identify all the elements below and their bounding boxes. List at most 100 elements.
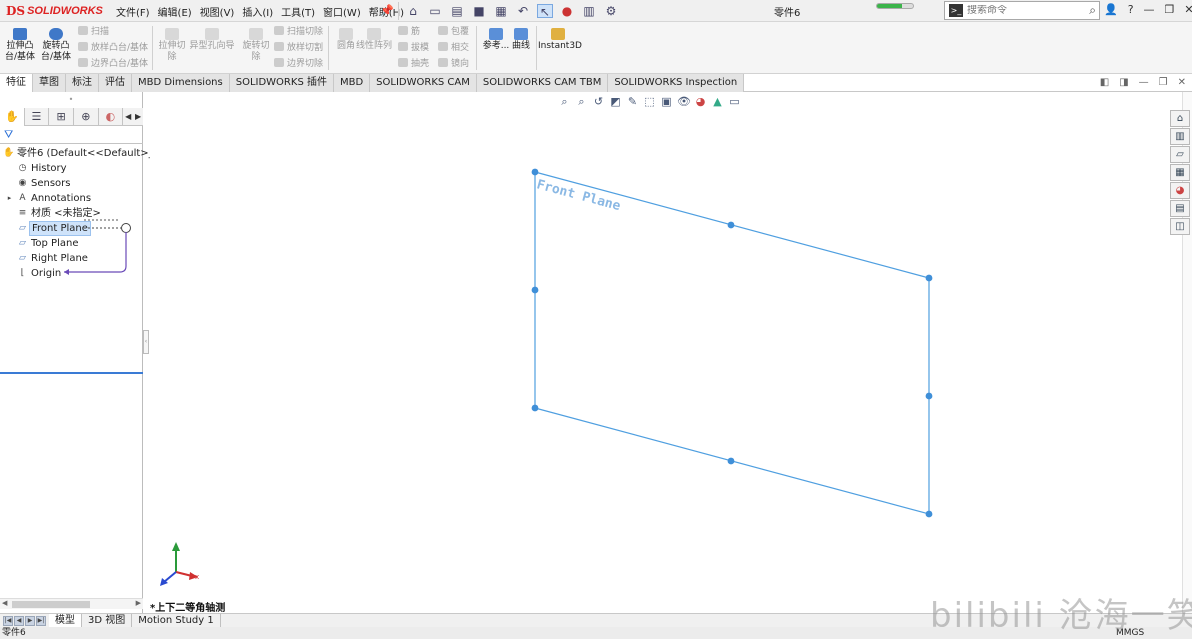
plane-handle[interactable] [531, 168, 539, 176]
hole-wizard-button[interactable]: 异型孔向导 [188, 28, 236, 52]
home-icon[interactable]: ⌂ [405, 4, 421, 18]
search-input[interactable] [967, 5, 1090, 16]
tab-features[interactable]: 特征 [0, 74, 33, 92]
tab-mbd-dimensions[interactable]: MBD Dimensions [132, 74, 230, 92]
rib-button[interactable]: 筋 [398, 24, 420, 40]
feature-tree-tab-icon[interactable]: ✋ [0, 108, 25, 126]
extrude-boss-button[interactable]: 拉伸凸 台/基体 [2, 28, 38, 63]
appearances-scenes-icon[interactable]: ◕ [1170, 182, 1190, 199]
sweep-button[interactable]: 扫描 [78, 24, 109, 40]
options-gear-icon[interactable]: ⚙ [603, 4, 619, 18]
instant3d-button[interactable]: Instant3D [538, 28, 582, 52]
tile-right-icon[interactable]: ◨ [1119, 77, 1128, 88]
tree-filter[interactable]: ⛛ [0, 127, 143, 144]
display-style-icon[interactable]: ▣ [660, 95, 673, 109]
help-icon[interactable]: ? [1128, 3, 1134, 16]
scroll-right-icon[interactable]: ▶ [136, 599, 141, 607]
plane-handle[interactable] [531, 404, 539, 412]
section-view-icon[interactable]: ◩ [609, 95, 622, 109]
print-icon[interactable]: ▦ [493, 4, 509, 18]
tab-mbd[interactable]: MBD [333, 74, 371, 92]
file-explorer-icon[interactable]: ▱ [1170, 146, 1190, 163]
undo-icon[interactable]: ↶ [515, 4, 531, 18]
menu-tools[interactable]: 工具(T) [277, 4, 319, 19]
plane-handle[interactable] [727, 457, 735, 465]
select-cursor-icon[interactable]: ↖ [537, 4, 553, 19]
user-icon[interactable]: 👤 [1104, 3, 1118, 16]
forum-icon[interactable]: ◫ [1170, 218, 1190, 235]
custom-properties-icon[interactable]: ▤ [1170, 200, 1190, 217]
mirror-button[interactable]: 镜向 [438, 56, 469, 72]
loft-button[interactable]: 放样凸台/基体 [78, 40, 148, 56]
command-search[interactable]: >_ ⌕ [944, 1, 1100, 20]
next-tab-icon[interactable]: ▶ [25, 615, 35, 626]
filter-icon[interactable]: ⛛ [4, 128, 13, 142]
menu-window[interactable]: 窗口(W) [319, 4, 365, 19]
tree-root-part[interactable]: ✋ 零件6 (Default<<Default>_D [0, 146, 161, 161]
plane-handle[interactable] [727, 221, 735, 229]
wrap-button[interactable]: 包覆 [438, 24, 469, 40]
tab-scroll-left-icon[interactable]: ◀ [123, 108, 133, 125]
plane-handle[interactable] [925, 392, 933, 400]
menu-file[interactable]: 文件(F) [112, 4, 154, 19]
rollback-bar[interactable] [0, 372, 143, 374]
plane-handle[interactable] [925, 274, 933, 282]
extrude-cut-button[interactable]: 拉伸切 除 [154, 28, 190, 63]
boundary-cut-button[interactable]: 边界切除 [274, 56, 323, 72]
solidworks-logo[interactable]: DS SOLIDWORKS [6, 3, 103, 19]
tab-solidworks-cam[interactable]: SOLIDWORKS CAM [370, 74, 477, 92]
last-tab-icon[interactable]: ▶| [36, 615, 46, 626]
scroll-thumb[interactable] [12, 601, 90, 608]
panel-collapse-handle[interactable]: ‹ [143, 330, 149, 354]
apply-scene-icon[interactable]: ▲ [711, 95, 724, 109]
tab-motion-study[interactable]: Motion Study 1 [132, 614, 221, 627]
linear-pattern-button[interactable]: 线性阵列 [354, 28, 394, 52]
revolve-cut-button[interactable]: 旋转切 除 [238, 28, 274, 63]
restore-icon[interactable]: ❐ [1165, 3, 1175, 16]
previous-tab-icon[interactable]: ◀ [14, 615, 24, 626]
configuration-manager-tab-icon[interactable]: ⊞ [49, 108, 74, 126]
view-orientation-icon[interactable]: ⬚ [643, 95, 656, 109]
tab-evaluate[interactable]: 评估 [99, 74, 132, 92]
view-settings-icon[interactable]: ▭ [728, 95, 741, 109]
boundary-boss-button[interactable]: 边界凸台/基体 [78, 56, 148, 72]
zoom-to-fit-icon[interactable]: ⌕ [558, 95, 571, 109]
tile-left-icon[interactable]: ◧ [1100, 77, 1109, 88]
intersect-button[interactable]: 相交 [438, 40, 469, 56]
new-file-icon[interactable]: ▭ [427, 4, 443, 18]
pin-icon[interactable]: 📌 [380, 4, 394, 17]
dynamic-annotation-icon[interactable]: ✎ [626, 95, 639, 109]
revolve-boss-button[interactable]: 旋转凸 台/基体 [38, 28, 74, 63]
curves-button[interactable]: 曲线 [506, 28, 536, 52]
doc-minimize-icon[interactable]: — [1139, 77, 1149, 88]
menu-edit[interactable]: 编辑(E) [154, 4, 196, 19]
doc-restore-icon[interactable]: ❐ [1159, 77, 1168, 88]
lofted-cut-button[interactable]: 放样切割 [274, 40, 323, 56]
design-library-icon[interactable]: ▥ [1170, 128, 1190, 145]
tree-horizontal-scrollbar[interactable]: ◀ ▶ [0, 598, 143, 609]
save-icon[interactable]: ■ [471, 4, 487, 18]
file-properties-icon[interactable]: ▥ [581, 4, 597, 18]
shell-button[interactable]: 抽壳 [398, 56, 429, 72]
edit-appearance-icon[interactable]: ◕ [694, 95, 707, 109]
search-icon[interactable]: ⌕ [1089, 3, 1099, 18]
plane-handle[interactable] [531, 286, 539, 294]
menu-insert[interactable]: 插入(I) [238, 4, 277, 19]
minimize-icon[interactable]: — [1144, 3, 1155, 16]
graphics-area[interactable]: Front Plane x [150, 92, 1168, 613]
tab-scroll-right-icon[interactable]: ▶ [133, 108, 143, 125]
traffic-light-icon[interactable]: ● [559, 4, 575, 18]
first-tab-icon[interactable]: |◀ [3, 615, 13, 626]
zoom-to-area-icon[interactable]: ⌕ [575, 95, 588, 109]
menu-view[interactable]: 视图(V) [196, 4, 239, 19]
hide-show-items-icon[interactable]: 👁 [677, 95, 691, 109]
tab-sketch[interactable]: 草图 [33, 74, 66, 92]
previous-view-icon[interactable]: ↺ [592, 95, 605, 109]
close-icon[interactable]: ✕ [1184, 3, 1192, 16]
tab-3d-views[interactable]: 3D 视图 [82, 614, 133, 627]
doc-close-icon[interactable]: ✕ [1178, 77, 1186, 88]
dimxpert-tab-icon[interactable]: ⊕ [74, 108, 99, 126]
tree-item-history[interactable]: ◷ History [0, 161, 143, 176]
tab-solidworks-inspection[interactable]: SOLIDWORKS Inspection [608, 74, 745, 92]
panel-grip[interactable]: • [0, 92, 142, 108]
